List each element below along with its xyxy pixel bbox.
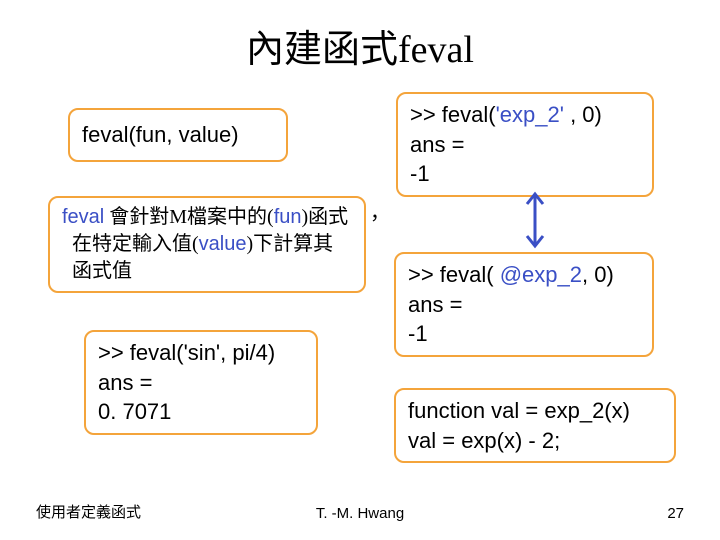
exph-l2: ans = [408,292,462,317]
exph-l1a: >> feval( [408,262,500,287]
keyword-feval: feval [62,206,104,228]
exp-string-example-box: >> feval('exp_2' , 0) ans = -1 [396,92,654,197]
slide: 內建函式feval feval(fun, value) feval 會針對M檔案… [0,0,720,540]
footer-center: T. -M. Hwang [0,505,720,522]
keyword-fun: fun [274,206,302,228]
sin-l3: 0. 7071 [98,399,171,424]
exph-l1c: , 0) [582,262,614,287]
expl-p1: 會針對M檔案中的( [104,206,273,228]
expstr-l3: -1 [410,161,430,186]
expl-l3: 函式值 [72,260,132,282]
expstr-l2: ans = [410,132,464,157]
double-arrow-icon [520,190,550,250]
expl-p2: )函式 [302,206,349,228]
func-l2: val = exp(x) - 2; [408,428,560,453]
expstr-l1a: >> feval( [410,102,496,127]
sin-example-box: >> feval('sin', pi/4) ans = 0. 7071 [84,330,318,435]
func-l1: function val = exp_2(x) [408,398,630,423]
exph-l1b: @exp_2 [500,262,582,287]
page-number: 27 [667,505,684,522]
sin-l1: >> feval('sin', pi/4) [98,340,275,365]
slide-title: 內建函式feval [0,0,720,73]
syntax-box: feval(fun, value) [68,108,288,162]
function-definition-box: function val = exp_2(x) val = exp(x) - 2… [394,388,676,463]
keyword-value: value [199,233,247,255]
syntax-text: feval(fun, value) [82,122,239,147]
expstr-l1b: 'exp_2' [496,102,564,127]
expl-l2b: )下計算其 [246,233,333,255]
exph-l3: -1 [408,321,428,346]
trailing-comma: ， [370,196,390,225]
exp-handle-example-box: >> feval( @exp_2, 0) ans = -1 [394,252,654,357]
explanation-box: feval 會針對M檔案中的(fun)函式 在特定輸入值(value)下計算其 … [48,196,366,293]
title-zh: 內建函式 [246,29,398,71]
title-latin: feval [398,29,474,71]
sin-l2: ans = [98,370,152,395]
expl-l2a: 在特定輸入值( [72,233,199,255]
expstr-l1c: , 0) [564,102,602,127]
